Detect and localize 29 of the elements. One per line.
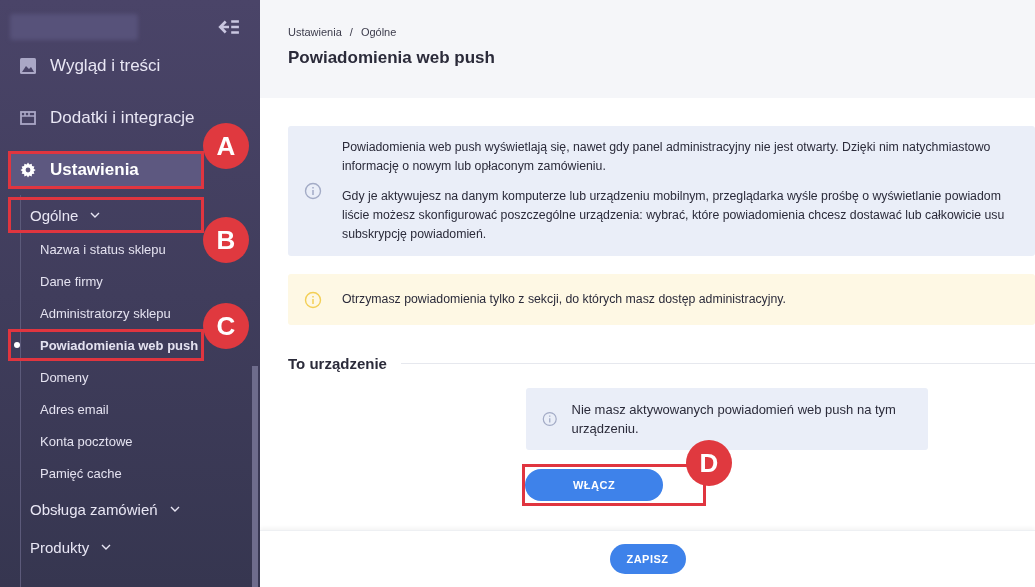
callout-badge: C xyxy=(203,303,249,349)
alert-text: Gdy je aktywujesz na danym komputerze lub urządzeniu mobilnym, przeglądarka wyśle prośbę o wyświetlanie powiadom liście możesz skonfigurować poszczególne urządzenia: wybrać, które powiadomienia chcesz dostawać lub całkowicie usu subskrypcję powiadomień. xyxy=(342,188,1005,243)
sidebar-subitem[interactable]: Konta pocztowe xyxy=(8,425,204,457)
sidebar-item[interactable]: Ustawienia xyxy=(8,151,204,189)
sidebar-group[interactable]: Ogólne xyxy=(8,197,204,233)
sidebar-subitem[interactable]: Adres email xyxy=(8,393,204,425)
callout-badge: D xyxy=(686,440,732,486)
sidebar-group[interactable]: Obsługa zamówień xyxy=(8,491,204,527)
breadcrumb-separator: / xyxy=(349,26,353,38)
save-button[interactable]: ZAPISZ xyxy=(609,544,686,574)
alert-text: Otrzymasz powiadomienia tylko z sekcji, do których masz dostęp administracyjny. xyxy=(342,291,786,308)
callout-badge: A xyxy=(203,123,249,169)
sidebar-item[interactable]: Dodatki i integracje xyxy=(8,99,204,137)
sidebar-subitem[interactable]: Domeny xyxy=(8,361,204,393)
breadcrumb-link[interactable]: Ustawienia xyxy=(288,26,342,38)
breadcrumb-link[interactable]: Ogólne xyxy=(360,26,397,38)
callout-badge: B xyxy=(203,217,249,263)
sidebar-item[interactable]: Wygląd i treści xyxy=(8,47,204,85)
sidebar-subitem[interactable]: Dane firmy xyxy=(8,265,204,297)
alert-text: Powiadomienia web push wyświetlają się, nawet gdy panel administracyjny nie jest otwarty. Dzięki nim natychmiastowo informację o nowym lub opłaconym zamówieniu. xyxy=(342,139,992,175)
sidebar-subitem[interactable]: Powiadomienia web push xyxy=(8,329,204,361)
section-title: To urządzenie xyxy=(288,355,387,372)
sidebar-group[interactable]: Produkty xyxy=(8,529,204,565)
page-title: Powiadomienia web push xyxy=(288,48,496,68)
sidebar-subitem[interactable]: Pamięć cache xyxy=(8,457,204,489)
notice-text: Nie masz aktywowanych powiadomień web push na tym urządzeniu. xyxy=(571,401,897,438)
sidebar-subitem[interactable]: Administratorzy sklepu xyxy=(8,297,204,329)
enable-button[interactable]: WŁĄCZ xyxy=(525,469,663,501)
sidebar-subitem[interactable]: Nazwa i status sklepu xyxy=(8,233,204,265)
